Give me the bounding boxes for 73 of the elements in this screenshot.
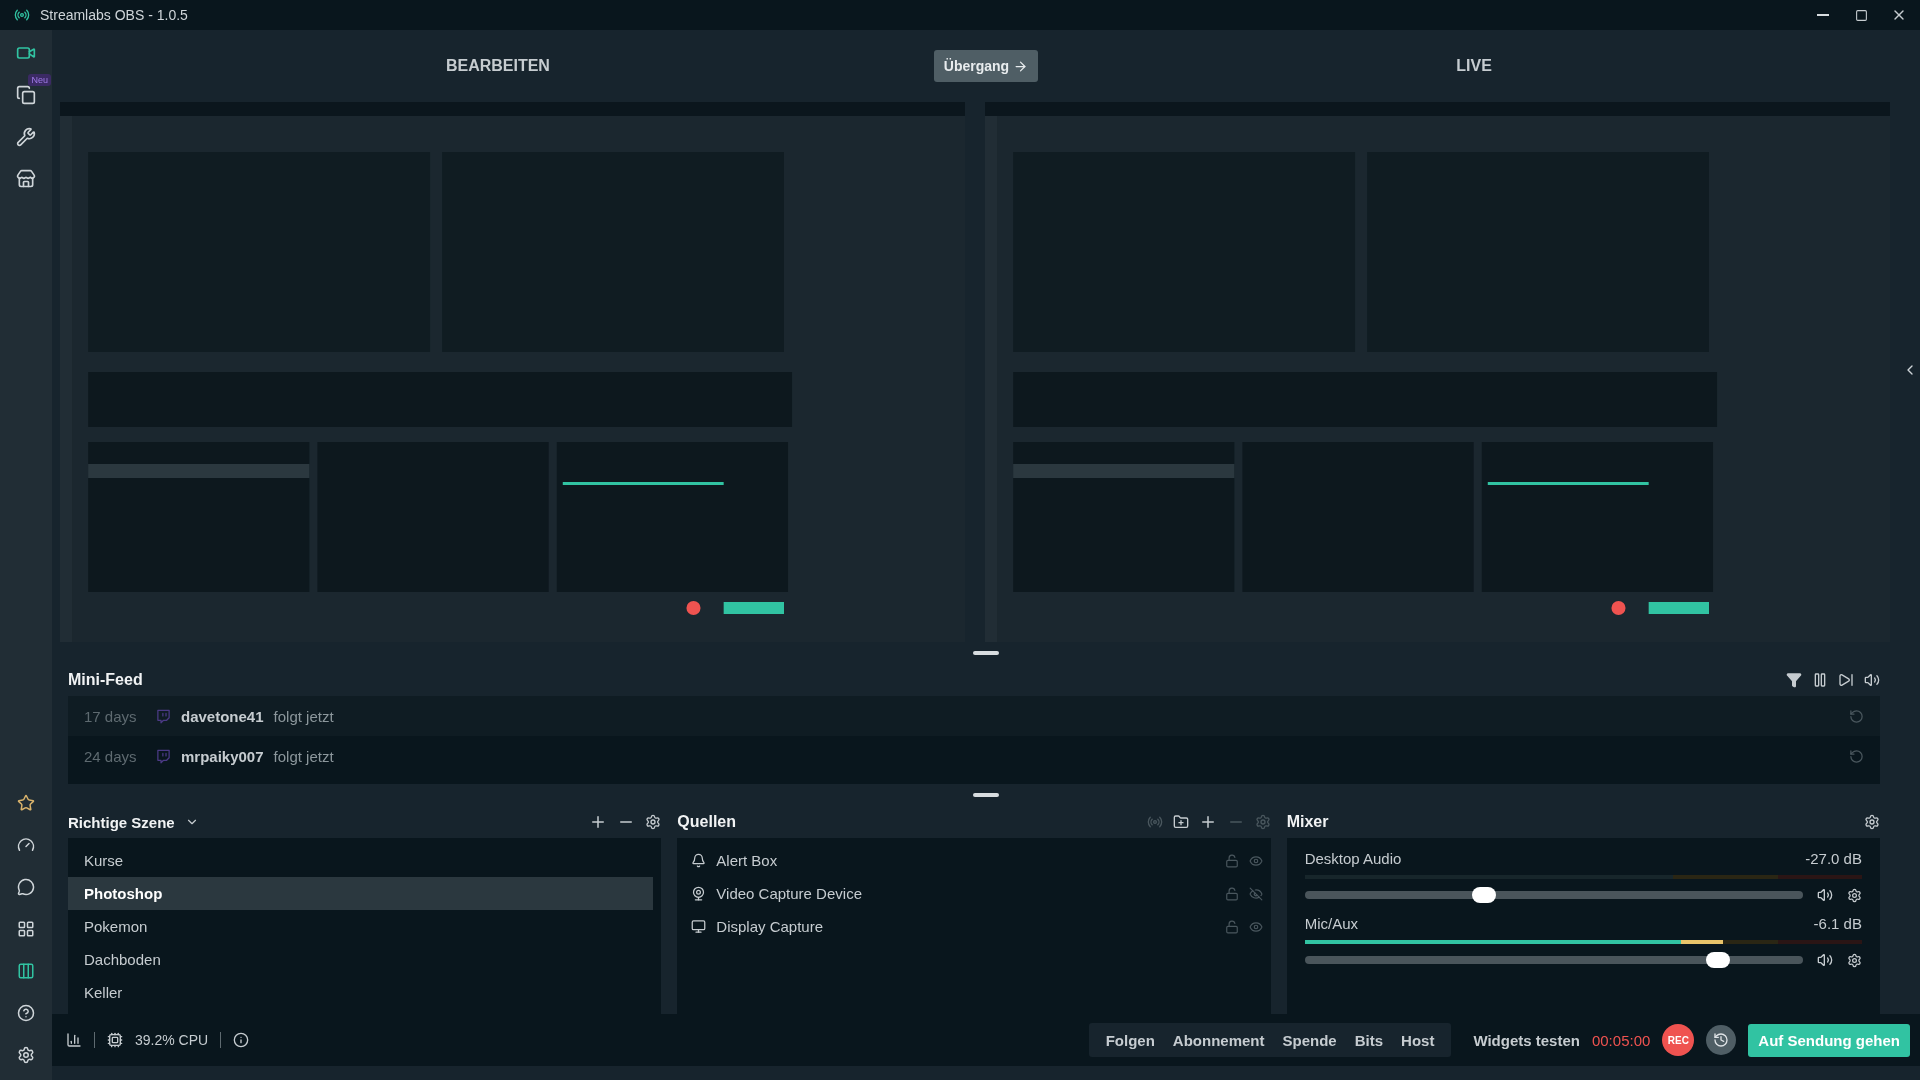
lock-icon[interactable]: [1224, 886, 1239, 901]
slider-thumb[interactable]: [1472, 887, 1497, 903]
event-time: 17 days: [84, 707, 138, 725]
monitor-icon: [691, 919, 707, 934]
event-time: 24 days: [84, 747, 138, 765]
layers-icon[interactable]: [16, 85, 36, 105]
test-alert-button[interactable]: Spende: [1273, 1031, 1346, 1049]
star-icon[interactable]: [15, 792, 37, 814]
store-icon[interactable]: [16, 169, 36, 189]
event-user: mrpaiky007: [181, 747, 264, 765]
resize-handle[interactable]: [973, 651, 999, 655]
history-icon: [1713, 1032, 1730, 1048]
panel-title: Mixer: [1286, 813, 1329, 831]
settings-icon[interactable]: [1847, 887, 1862, 903]
skip-icon[interactable]: [1838, 672, 1854, 688]
new-badge: Neu: [28, 74, 51, 86]
settings-icon[interactable]: [1847, 952, 1862, 968]
folder-add-icon[interactable]: [1172, 814, 1189, 830]
volume-icon[interactable]: [1817, 952, 1833, 968]
test-alert-button[interactable]: Host: [1392, 1031, 1444, 1049]
webcam-icon: [691, 886, 707, 901]
scene-item[interactable]: Keller: [68, 976, 654, 1009]
lock-icon[interactable]: [1224, 853, 1239, 868]
channel-reading: -27.0 dB: [1805, 850, 1862, 867]
help-icon[interactable]: [15, 1002, 37, 1024]
event-user: davetone41: [181, 707, 264, 725]
widgets-label: Widgets testen: [1473, 1031, 1580, 1049]
channel-name: Desktop Audio: [1304, 850, 1402, 867]
volume-icon[interactable]: [1817, 887, 1833, 903]
tools-icon[interactable]: [16, 127, 36, 147]
source-name[interactable]: Video Capture Device: [716, 885, 862, 902]
cpu-usage: 39.2% CPU: [135, 1032, 209, 1048]
pause-icon[interactable]: [1812, 672, 1828, 688]
scene-item[interactable]: Pokemon: [68, 910, 654, 943]
edit-label: BEARBEITEN: [445, 57, 550, 75]
event-action: folgt jetzt: [273, 747, 334, 765]
test-alert-button[interactable]: Folgen: [1096, 1031, 1164, 1049]
source-name[interactable]: Display Capture: [716, 918, 824, 935]
replay-button[interactable]: [1706, 1025, 1737, 1055]
event-action: folgt jetzt: [273, 707, 334, 725]
panel-title: Quellen: [677, 813, 736, 831]
source-name[interactable]: Alert Box: [716, 852, 778, 869]
scene-item[interactable]: Photoshop: [68, 877, 654, 910]
minimize-icon: [1817, 14, 1829, 16]
chart-icon[interactable]: [66, 1032, 82, 1048]
scene-collection-title: Richtige Szene: [68, 813, 175, 831]
record-timer: 00:05:00: [1591, 1031, 1651, 1049]
slider-thumb[interactable]: [1706, 952, 1731, 968]
settings-icon[interactable]: [645, 814, 662, 830]
channel-reading: -6.1 dB: [1813, 915, 1862, 932]
twitch-icon: [156, 708, 171, 724]
scene-item[interactable]: Dachboden: [68, 943, 654, 976]
arrow-right-icon: [1013, 58, 1029, 74]
panel-title: Mini-Feed: [68, 671, 143, 689]
channel-name: Mic/Aux: [1304, 915, 1358, 932]
scene-item[interactable]: Kurse: [68, 844, 654, 877]
resize-handle[interactable]: [973, 793, 999, 797]
chat-icon[interactable]: [15, 876, 37, 898]
test-alert-button[interactable]: Abonnement: [1163, 1031, 1274, 1049]
twitch-icon: [156, 748, 171, 764]
maximize-icon: [1854, 8, 1868, 22]
test-alert-button[interactable]: Bits: [1345, 1031, 1393, 1049]
transition-button[interactable]: Übergang: [933, 50, 1039, 82]
cpu-icon: [107, 1032, 123, 1048]
filter-icon[interactable]: [1786, 672, 1802, 688]
window-title: Streamlabs OBS - 1.0.5: [40, 7, 189, 23]
settings-icon[interactable]: [1864, 814, 1880, 830]
live-label: LIVE: [1456, 57, 1492, 75]
info-icon[interactable]: [233, 1032, 250, 1048]
lock-icon[interactable]: [1224, 919, 1239, 934]
bell-icon: [691, 853, 707, 868]
volume-icon[interactable]: [1864, 672, 1880, 688]
app-logo-icon: [14, 7, 30, 23]
